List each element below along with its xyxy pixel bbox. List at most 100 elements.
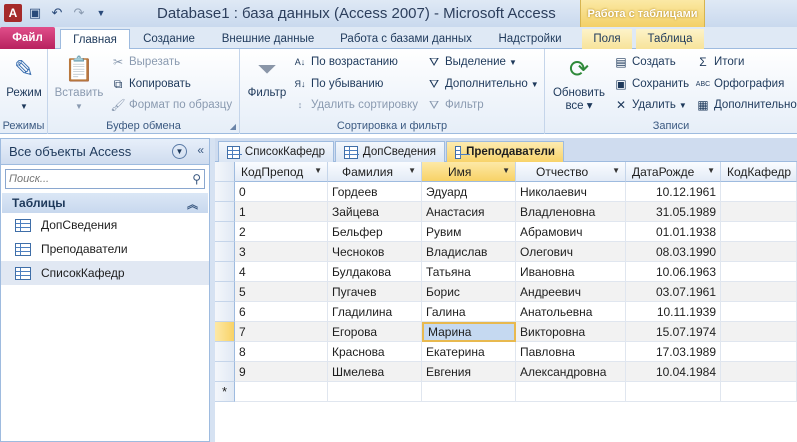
table-cell[interactable] [422,382,516,402]
tab-home[interactable]: Главная [60,29,130,50]
doc-tab-spisokkafedr[interactable]: СписокКафедр [218,141,334,162]
table-cell[interactable]: Павловна [516,342,626,362]
more-records-button[interactable]: ▦ Дополнительно [695,95,796,115]
table-cell[interactable] [721,382,797,402]
tab-create[interactable]: Создание [136,29,202,49]
copy-button[interactable]: ⧉ Копировать [110,74,191,94]
collapse-pane-icon[interactable]: « [197,143,204,157]
table-cell[interactable]: 10.04.1984 [626,362,721,382]
column-dropdown-icon[interactable]: ▼ [314,166,322,175]
table-cell[interactable] [721,342,797,362]
table-cell[interactable]: 9 [235,362,328,382]
table-cell[interactable] [721,362,797,382]
search-icon[interactable]: ⚲ [192,172,201,186]
tab-fields[interactable]: Поля [582,29,632,49]
table-cell[interactable] [721,302,797,322]
table-cell[interactable]: Анастасия [422,202,516,222]
tab-file[interactable]: Файл [0,27,55,49]
column-dropdown-icon[interactable]: ▼ [502,166,510,175]
column-dropdown-icon[interactable]: ▼ [707,166,715,175]
table-cell[interactable]: Бельфер [328,222,422,242]
table-cell[interactable]: 01.01.1938 [626,222,721,242]
column-header-datarozhdeniya[interactable]: ДатаРожде ▼ [626,162,721,182]
undo-icon[interactable]: ↶ [48,4,66,22]
tab-database-tools[interactable]: Работа с базами данных [334,29,478,49]
dialog-launcher-icon[interactable]: ◢ [230,122,236,131]
delete-record-button[interactable]: ✕ Удалить ▼ [613,95,687,115]
doc-tab-dopsvedeniya[interactable]: ДопСведения [335,141,445,162]
table-cell[interactable]: 5 [235,282,328,302]
sort-descending-button[interactable]: Я↓ По убыванию [292,74,384,94]
advanced-filter-button[interactable]: ⛛ Дополнительно ▼ [426,74,539,94]
table-cell[interactable]: 2 [235,222,328,242]
customize-toolbar-icon[interactable]: ▼ [92,4,110,22]
table-cell[interactable]: Булдакова [328,262,422,282]
select-all-corner[interactable] [215,162,235,182]
table-cell[interactable]: Владленовна [516,202,626,222]
new-record-row[interactable] [235,382,797,402]
table-cell[interactable]: 08.03.1990 [626,242,721,262]
table-cell[interactable] [516,382,626,402]
table-cell[interactable]: Чесноков [328,242,422,262]
nav-item-spisokkafedr[interactable]: СписокКафедр [1,261,209,285]
table-cell[interactable]: Марина [422,322,516,342]
table-cell[interactable]: 4 [235,262,328,282]
paste-button[interactable]: 📋 Вставить ▼ [54,53,104,113]
remove-sort-button[interactable]: ↕ Удалить сортировку [292,95,418,115]
table-cell[interactable]: Анатольевна [516,302,626,322]
table-cell[interactable]: 31.05.1989 [626,202,721,222]
nav-header[interactable]: Все объекты Access ▼ « [1,139,209,165]
nav-search-input[interactable] [6,170,186,188]
save-icon[interactable]: ▣ [26,4,44,22]
record-selector[interactable] [215,262,235,282]
table-cell[interactable]: 0 [235,182,328,202]
tab-addins[interactable]: Надстройки [488,29,572,49]
spelling-button[interactable]: ABC Орфография [695,74,785,94]
table-cell[interactable]: Владислав [422,242,516,262]
table-cell[interactable]: 8 [235,342,328,362]
table-cell[interactable]: 17.03.1989 [626,342,721,362]
table-cell[interactable]: Пугачев [328,282,422,302]
table-cell[interactable]: Евгения [422,362,516,382]
selection-filter-button[interactable]: ⛛ Выделение ▼ [426,52,517,72]
record-selector[interactable] [215,342,235,362]
table-cell[interactable]: Шмелева [328,362,422,382]
record-selector[interactable] [215,222,235,242]
table-cell[interactable]: 1 [235,202,328,222]
table-cell[interactable]: Татьяна [422,262,516,282]
filter-button[interactable]: ⏷ Фильтр [244,53,290,100]
nav-item-dopsvedeniya[interactable]: ДопСведения [1,213,209,237]
table-cell[interactable] [721,222,797,242]
access-app-icon[interactable]: A [4,4,22,22]
table-cell[interactable]: Гордеев [328,182,422,202]
table-cell[interactable]: Егорова [328,322,422,342]
view-button[interactable]: ✎ Режим ▼ [4,53,44,113]
format-painter-button[interactable]: 🖌 Формат по образцу [110,95,232,115]
tab-external-data[interactable]: Внешние данные [210,29,326,49]
table-cell[interactable]: 7 [235,322,328,342]
table-cell[interactable] [235,382,328,402]
nav-item-prepodavateli[interactable]: Преподаватели [1,237,209,261]
table-cell[interactable]: 15.07.1974 [626,322,721,342]
table-cell[interactable]: Александровна [516,362,626,382]
totals-button[interactable]: Σ Итоги [695,52,744,72]
table-cell[interactable]: Николаевич [516,182,626,202]
table-cell[interactable]: 10.12.1961 [626,182,721,202]
column-header-familiya[interactable]: Фамилия ▼ [328,162,422,182]
save-record-button[interactable]: ▣ Сохранить [613,74,689,94]
column-header-kodprepod[interactable]: КодПрепод ▼ [235,162,328,182]
doc-tab-prepodavateli[interactable]: Преподаватели [446,141,564,162]
cut-button[interactable]: ✂ Вырезать [110,52,180,72]
table-cell[interactable]: 10.11.1939 [626,302,721,322]
nav-section-tables[interactable]: Таблицы ︽ [2,193,208,213]
nav-menu-dropdown-icon[interactable]: ▼ [172,144,187,159]
table-cell[interactable] [328,382,422,402]
column-header-otchestvo[interactable]: Отчество ▼ [516,162,626,182]
table-cell[interactable]: Гладилина [328,302,422,322]
table-cell[interactable]: Эдуард [422,182,516,202]
tab-table[interactable]: Таблица [636,29,704,49]
table-cell[interactable] [721,322,797,342]
table-cell[interactable]: Рувим [422,222,516,242]
table-cell[interactable]: Краснова [328,342,422,362]
column-dropdown-icon[interactable]: ▼ [612,166,620,175]
